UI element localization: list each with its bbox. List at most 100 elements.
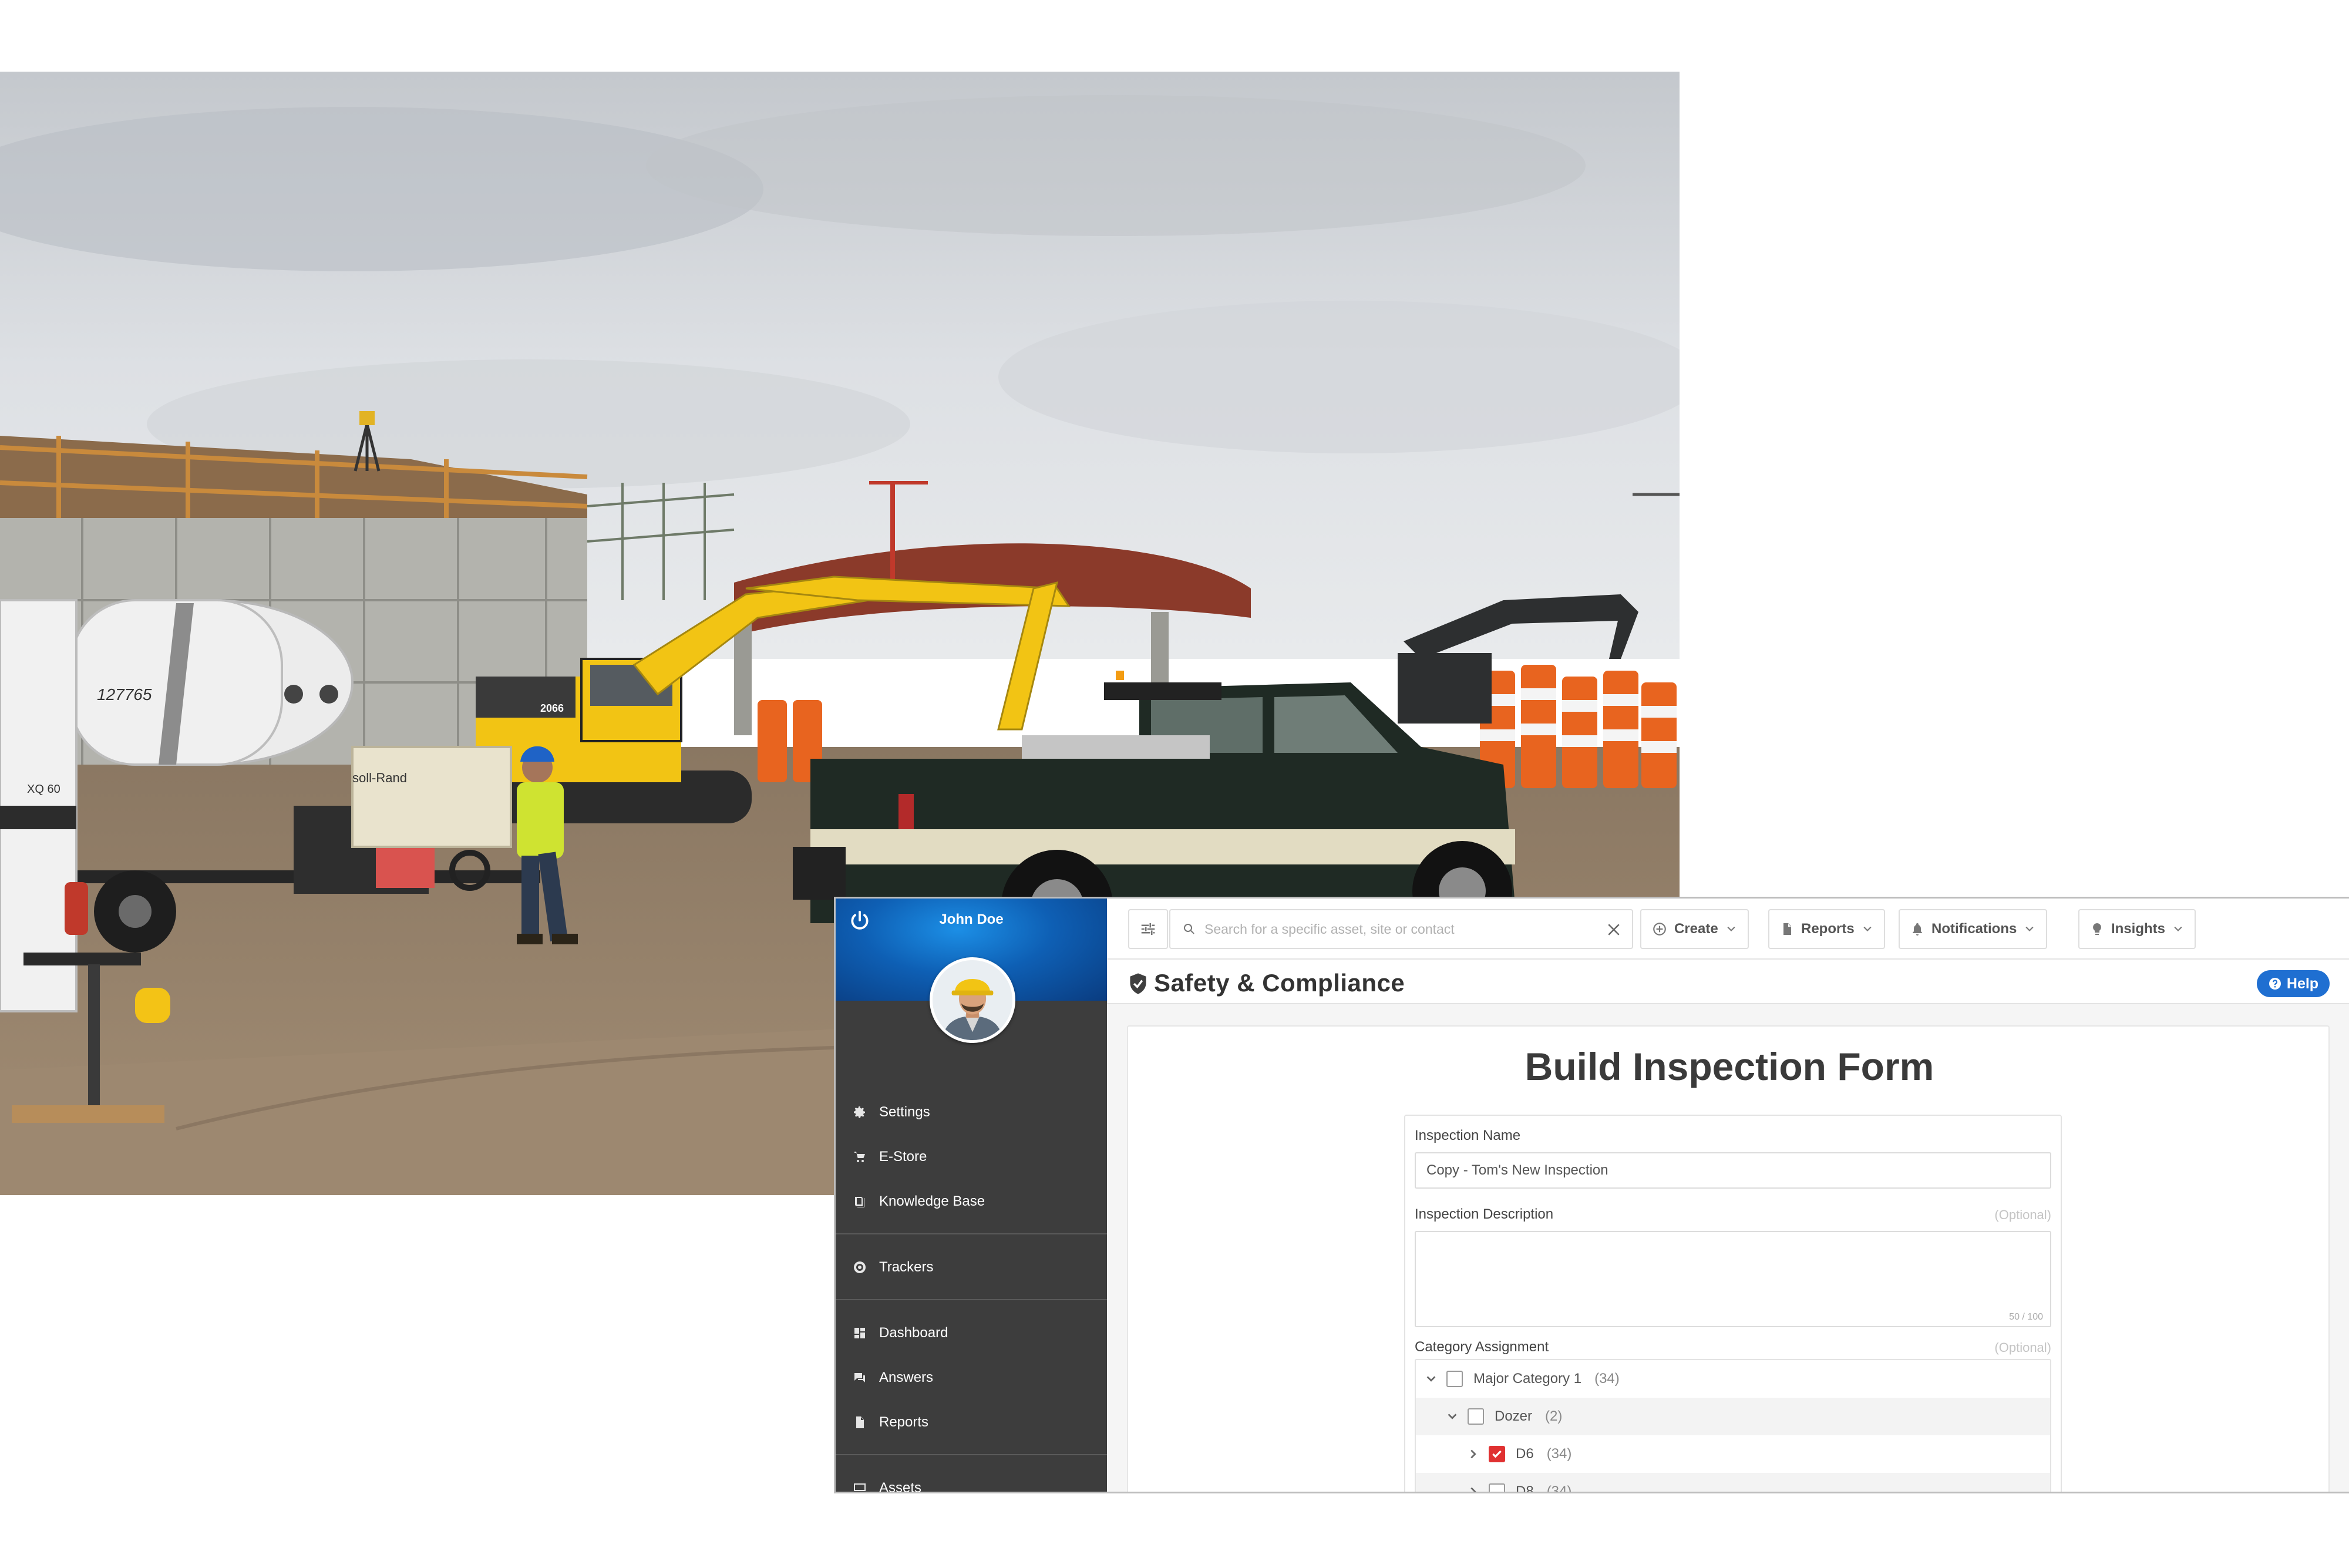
sidebar-item-knowledge-base[interactable]: Knowledge Base xyxy=(836,1185,1107,1218)
tree-item-count: (34) xyxy=(1546,1446,1572,1462)
tree-row-dozer[interactable]: Dozer (2) xyxy=(1416,1398,2050,1435)
dashboard-icon xyxy=(854,1328,865,1338)
tree-row-major-category-1[interactable]: Major Category 1 (34) xyxy=(1416,1360,2050,1398)
plus-circle-icon xyxy=(1653,923,1666,936)
help-button[interactable]: Help xyxy=(2257,970,2330,997)
create-menu-button[interactable]: Create xyxy=(1640,909,1749,949)
chevron-right-icon[interactable] xyxy=(1466,1485,1480,1492)
character-counter: 50 / 100 xyxy=(2009,1312,2043,1322)
insights-menu-label: Insights xyxy=(2111,921,2166,937)
gear-icon xyxy=(854,1106,865,1118)
sidebar-item-reports[interactable]: Reports xyxy=(836,1406,1107,1439)
sidebar-divider xyxy=(836,1299,1107,1300)
sidebar-item-label: E-Store xyxy=(879,1149,927,1165)
lightbulb-icon xyxy=(2093,923,2101,935)
book-icon xyxy=(855,1197,864,1207)
category-tree: Major Category 1 (34) Dozer (2) D6 (34) … xyxy=(1415,1359,2051,1493)
cart-icon xyxy=(854,1152,865,1162)
sidebar-item-assets[interactable]: Assets xyxy=(836,1472,1107,1493)
sidebar: John Doe Settings E-Store Knowledge Base… xyxy=(836,899,1107,1493)
sidebar-item-label: Trackers xyxy=(879,1259,934,1275)
tree-checkbox-checked[interactable] xyxy=(1489,1446,1505,1462)
bell-icon xyxy=(1913,923,1922,936)
create-menu-label: Create xyxy=(1674,921,1718,937)
sidebar-item-label: Reports xyxy=(879,1414,929,1430)
sidebar-item-dashboard[interactable]: Dashboard xyxy=(836,1317,1107,1350)
sidebar-item-label: Answers xyxy=(879,1370,934,1385)
chevron-down-icon xyxy=(2174,926,2182,931)
sidebar-item-answers[interactable]: Answers xyxy=(836,1361,1107,1394)
chevron-down-icon xyxy=(2025,926,2034,931)
tree-item-count: (34) xyxy=(1594,1371,1620,1387)
tree-item-count: (2) xyxy=(1545,1408,1563,1424)
description-optional-hint: (Optional) xyxy=(1994,1207,2051,1222)
document-icon xyxy=(856,1416,864,1428)
notifications-menu-button[interactable]: Notifications xyxy=(1899,909,2048,949)
form-title: Build Inspection Form xyxy=(1525,1045,1934,1088)
tree-checkbox[interactable] xyxy=(1468,1408,1484,1425)
page-header: Safety & Compliance Help xyxy=(1107,960,2349,1004)
reports-menu-button[interactable]: Reports xyxy=(1768,909,1885,949)
document-icon xyxy=(1783,923,1791,935)
search-input[interactable] xyxy=(1204,921,1580,937)
tree-checkbox[interactable] xyxy=(1489,1483,1505,1492)
sidebar-item-label: Assets xyxy=(879,1480,922,1493)
sidebar-item-trackers[interactable]: Trackers xyxy=(836,1251,1107,1284)
close-icon[interactable] xyxy=(1605,921,1623,938)
monitor-icon xyxy=(854,1483,866,1491)
tree-item-label: Major Category 1 xyxy=(1473,1371,1582,1387)
search-icon xyxy=(1183,923,1194,934)
tree-row-d6[interactable]: D6 (34) xyxy=(1416,1435,2050,1473)
chevron-down-icon xyxy=(1727,926,1735,931)
category-assignment-label: Category Assignment xyxy=(1415,1339,1549,1355)
inspection-description-input[interactable] xyxy=(1415,1231,2051,1327)
chevron-down-icon xyxy=(1863,926,1872,931)
shield-check-icon xyxy=(1130,973,1146,994)
tree-checkbox[interactable] xyxy=(1446,1371,1463,1387)
inspection-name-label: Inspection Name xyxy=(1415,1128,1521,1143)
top-toolbar: Create Reports Notifications Insights xyxy=(1107,899,2349,960)
question-circle-icon xyxy=(2269,978,2281,990)
form-panel: Inspection Name Inspection Description (… xyxy=(1404,1115,2062,1493)
checkmark-icon xyxy=(1492,1450,1502,1458)
sidebar-divider xyxy=(836,1454,1107,1455)
search-box[interactable] xyxy=(1169,909,1633,949)
generator-label: soll-Rand xyxy=(352,770,407,785)
excavator-number: 2066 xyxy=(540,702,564,714)
composite-image: 2066 127765 soll-Rand XQ 60 John Doe Set… xyxy=(0,0,2349,1568)
category-optional-hint: (Optional) xyxy=(1994,1340,2051,1355)
sidebar-divider xyxy=(836,1233,1107,1234)
notifications-menu-label: Notifications xyxy=(1931,921,2017,937)
filter-button[interactable] xyxy=(1128,909,1168,949)
sidebar-item-label: Dashboard xyxy=(879,1325,948,1341)
sidebar-item-settings[interactable]: Settings xyxy=(836,1096,1107,1129)
reports-menu-label: Reports xyxy=(1801,921,1855,937)
main-content: Create Reports Notifications Insights xyxy=(1107,899,2349,1493)
tree-item-count: (34) xyxy=(1546,1483,1572,1493)
user-name: John Doe xyxy=(939,911,1004,927)
tree-item-label: D8 xyxy=(1516,1483,1534,1493)
tank-label: XQ 60 xyxy=(27,783,60,796)
target-icon xyxy=(854,1261,866,1273)
user-photo xyxy=(933,960,1012,1040)
app-window: John Doe Settings E-Store Knowledge Base… xyxy=(834,897,2349,1493)
sidebar-item-label: Knowledge Base xyxy=(879,1193,985,1209)
avatar[interactable] xyxy=(930,957,1015,1043)
chevron-down-icon[interactable] xyxy=(1445,1409,1459,1424)
page-title: Safety & Compliance xyxy=(1154,969,1405,997)
help-label: Help xyxy=(2286,975,2319,992)
inspection-description-label: Inspection Description xyxy=(1415,1206,1554,1222)
chat-icon xyxy=(854,1373,865,1382)
tree-item-label: Dozer xyxy=(1495,1408,1533,1424)
inspection-form-card: Build Inspection Form Inspection Name In… xyxy=(1127,1025,2330,1493)
insights-menu-button[interactable]: Insights xyxy=(2078,909,2196,949)
sliders-icon xyxy=(1141,923,1155,935)
inspection-name-input[interactable] xyxy=(1415,1152,2051,1189)
sidebar-item-label: Settings xyxy=(879,1104,930,1120)
chevron-right-icon[interactable] xyxy=(1466,1447,1480,1461)
tree-row-d8[interactable]: D8 (34) xyxy=(1416,1473,2050,1493)
tree-item-label: D6 xyxy=(1516,1446,1534,1462)
chevron-down-icon[interactable] xyxy=(1424,1372,1438,1386)
sidebar-item-estore[interactable]: E-Store xyxy=(836,1140,1107,1173)
truck-number: 127765 xyxy=(97,685,152,704)
